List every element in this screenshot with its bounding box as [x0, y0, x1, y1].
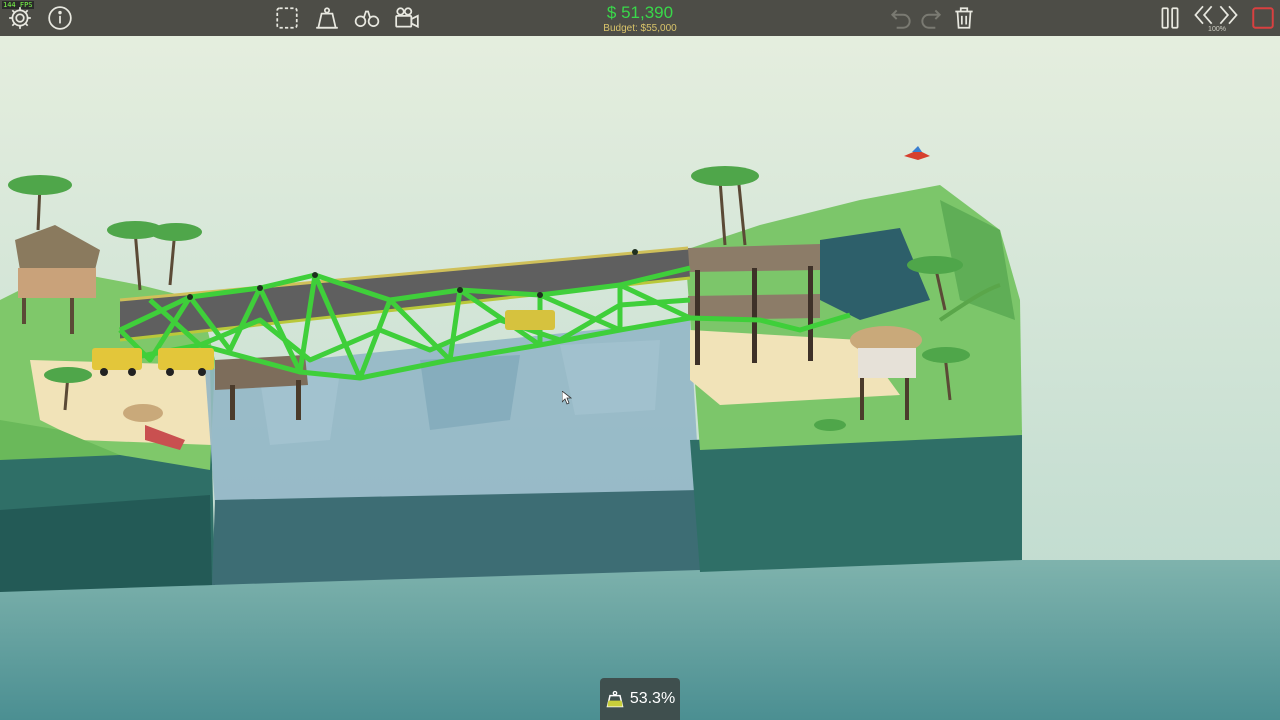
- top-toolbar: 144 FPS $ 51,390 Budget: $55,000 100%: [0, 0, 1280, 36]
- rewind-icon: [1194, 5, 1213, 25]
- gear-icon: [9, 7, 31, 29]
- stop-icon: [1252, 7, 1274, 29]
- stress-value: 53.3%: [629, 690, 676, 707]
- speed-label: 100%: [1208, 26, 1226, 33]
- camera-button[interactable]: [392, 3, 422, 33]
- select-tool-button[interactable]: [272, 3, 302, 33]
- select-box-icon: [276, 7, 298, 29]
- camera-icon: [395, 7, 419, 29]
- game-scene[interactable]: [0, 0, 1280, 720]
- stop-button[interactable]: [1248, 3, 1278, 33]
- delete-button[interactable]: [949, 3, 979, 33]
- fast-forward-icon: [1219, 5, 1238, 25]
- trash-icon: [955, 7, 973, 29]
- right-island: [685, 185, 1022, 572]
- money-remaining: $ 51,390: [606, 3, 674, 22]
- weight-tool-button[interactable]: [312, 3, 342, 33]
- weight-icon: [316, 7, 338, 29]
- budget-label: Budget: $55,000: [603, 23, 677, 34]
- binoculars-button[interactable]: [352, 3, 382, 33]
- redo-icon: [921, 9, 942, 29]
- undo-button[interactable]: [886, 3, 916, 33]
- info-icon: [48, 6, 72, 30]
- pause-button[interactable]: [1155, 3, 1185, 33]
- weight-stress-icon: [606, 690, 624, 708]
- binoculars-icon: [354, 10, 380, 27]
- undo-icon: [890, 9, 911, 29]
- pause-icon: [1161, 7, 1179, 29]
- info-button[interactable]: [45, 3, 75, 33]
- redo-button[interactable]: [916, 3, 946, 33]
- settings-button[interactable]: [5, 3, 35, 33]
- mouse-cursor-icon: [562, 391, 572, 405]
- stress-indicator: 53.3%: [600, 678, 680, 720]
